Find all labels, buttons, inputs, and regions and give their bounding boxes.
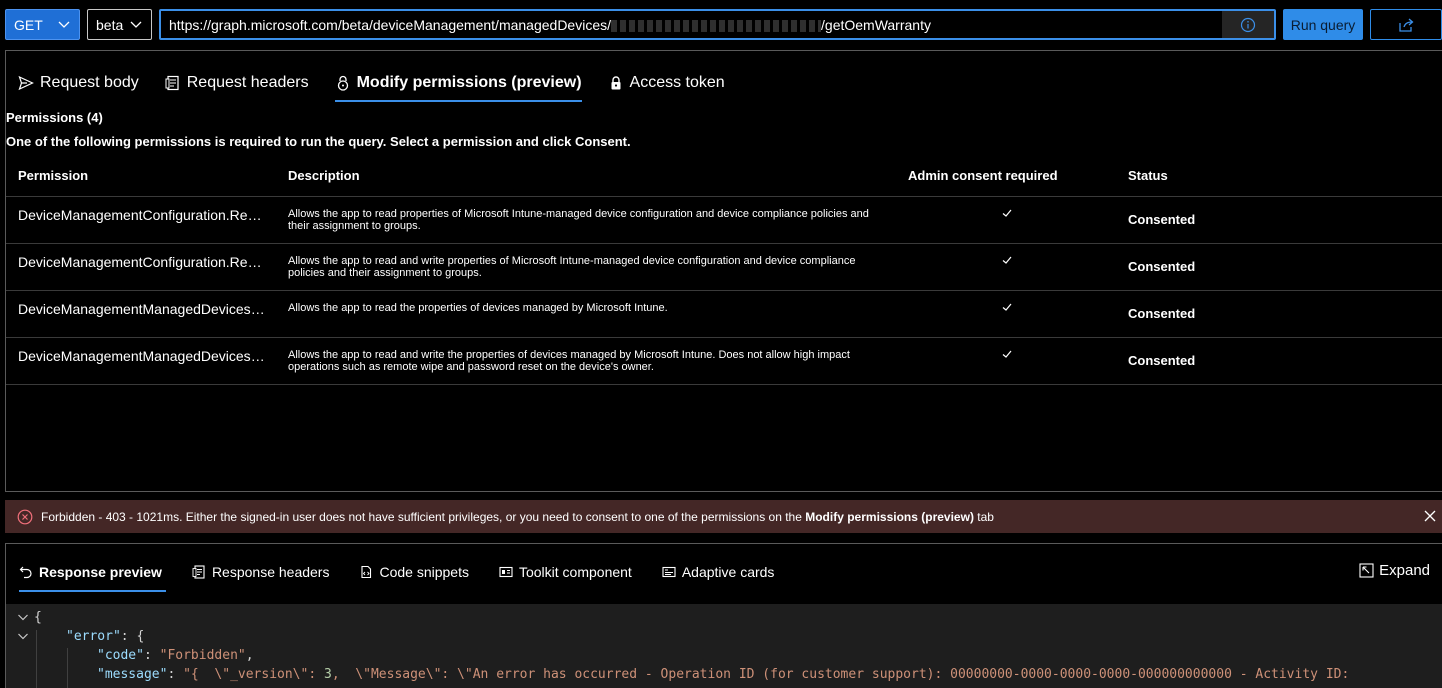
lock-icon	[337, 75, 348, 91]
permission-name: DeviceManagementConfiguration.Read.All	[18, 207, 268, 223]
response-panel: Response preview Response headers Code s…	[5, 543, 1442, 688]
run-query-button[interactable]: Run query	[1283, 9, 1363, 40]
permission-description: Allows the app to read properties of Mic…	[288, 208, 869, 232]
checkmark-icon	[1002, 303, 1012, 311]
permission-status: Consented	[1128, 259, 1196, 274]
permissions-note: One of the following permissions is requ…	[6, 134, 631, 149]
tab-label: Request headers	[186, 74, 309, 91]
redacted-device-id	[611, 20, 822, 33]
tab-label: Adaptive cards	[681, 564, 775, 580]
access-token-icon	[611, 76, 621, 90]
code-line: "error": {	[66, 629, 145, 644]
tab-access-token[interactable]: Access token	[608, 66, 725, 100]
request-tabs: Request body Request headers Modify perm…	[18, 66, 751, 102]
permission-status: Consented	[1128, 212, 1196, 227]
tab-label: Request body	[40, 74, 139, 91]
adaptive-cards-icon	[662, 566, 676, 578]
indent-guide	[67, 648, 68, 688]
query-bar: GET beta https://graph.microsoft.com/bet…	[0, 0, 1442, 48]
share-icon	[1399, 18, 1414, 32]
toolkit-icon	[499, 566, 513, 578]
permission-description: Allows the app to read the properties of…	[288, 302, 668, 314]
table-row[interactable]: DeviceManagementConfiguration.Read.All A…	[6, 197, 1442, 244]
fold-chevron-icon[interactable]	[17, 611, 29, 623]
permissions-table: Permission Description Admin consent req…	[6, 159, 1442, 385]
tab-label: Access token	[629, 74, 725, 91]
expand-label: Expand	[1379, 562, 1430, 579]
response-code-viewer[interactable]: { "error": { "code": "Forbidden", "messa…	[6, 604, 1442, 688]
code-line: "message": "{ \"_version\": 3, \"Message…	[97, 667, 1350, 682]
expand-button[interactable]: Expand	[1359, 562, 1430, 579]
api-version-dropdown[interactable]: beta	[87, 9, 152, 40]
code-line: {	[34, 610, 42, 625]
chevron-down-icon	[130, 21, 142, 28]
table-row[interactable]: DeviceManagementManagedDevices.Read.All …	[6, 291, 1442, 338]
permission-name: DeviceManagementManagedDevices.Read.All	[18, 301, 268, 317]
info-icon	[1240, 17, 1256, 32]
column-header-permission[interactable]: Permission	[18, 168, 88, 183]
tab-toolkit-component[interactable]: Toolkit component	[499, 558, 632, 586]
tab-code-snippets[interactable]: Code snippets	[359, 558, 469, 586]
info-button[interactable]	[1222, 11, 1274, 38]
fold-chevron-icon[interactable]	[17, 630, 29, 642]
http-method-value: GET	[14, 16, 43, 33]
tab-label: Code snippets	[379, 564, 469, 580]
checkmark-icon	[1002, 256, 1012, 264]
checkmark-icon	[1002, 209, 1012, 217]
table-row[interactable]: DeviceManagementManagedDevices.ReadWrite…	[6, 338, 1442, 385]
code-line: "code": "Forbidden",	[97, 648, 254, 663]
permissions-count: Permissions (4)	[6, 110, 103, 125]
error-text: Forbidden - 403 - 1021ms. Either the sig…	[41, 510, 994, 524]
url-input[interactable]: https://graph.microsoft.com/beta/deviceM…	[159, 9, 1276, 40]
headers-icon	[165, 75, 179, 91]
permission-name: DeviceManagementManagedDevices.ReadWrite…	[18, 348, 268, 364]
permission-status: Consented	[1128, 353, 1196, 368]
tab-response-preview[interactable]: Response preview	[19, 558, 166, 592]
error-icon	[17, 509, 33, 525]
undo-icon	[19, 566, 32, 579]
headers-icon	[192, 565, 205, 579]
request-panel: Request body Request headers Modify perm…	[5, 50, 1442, 492]
indent-guide	[36, 630, 37, 688]
url-text: https://graph.microsoft.com/beta/deviceM…	[169, 17, 931, 33]
error-link-tab-name: Modify permissions (preview)	[805, 510, 974, 524]
tab-response-headers[interactable]: Response headers	[192, 558, 330, 586]
permission-status: Consented	[1128, 306, 1196, 321]
permission-description: Allows the app to read and write the pro…	[288, 349, 850, 373]
tab-modify-permissions[interactable]: Modify permissions (preview)	[334, 66, 582, 102]
response-tabs: Response preview Response headers Code s…	[19, 558, 804, 594]
http-method-dropdown[interactable]: GET	[5, 9, 80, 40]
checkmark-icon	[1002, 350, 1012, 358]
tab-request-headers[interactable]: Request headers	[165, 66, 309, 100]
tab-request-body[interactable]: Request body	[18, 66, 139, 100]
chevron-down-icon	[58, 21, 70, 28]
send-icon	[18, 75, 34, 91]
tab-adaptive-cards[interactable]: Adaptive cards	[662, 558, 775, 586]
error-message-bar: Forbidden - 403 - 1021ms. Either the sig…	[5, 500, 1442, 533]
table-header: Permission Description Admin consent req…	[6, 159, 1442, 197]
column-header-admin-consent[interactable]: Admin consent required	[908, 168, 1058, 183]
tab-label: Toolkit component	[518, 564, 632, 580]
tab-label: Response preview	[39, 564, 162, 580]
api-version-value: beta	[96, 16, 124, 33]
permission-description: Allows the app to read and write propert…	[288, 255, 856, 279]
expand-icon	[1359, 563, 1374, 578]
code-snippets-icon	[361, 565, 372, 579]
permission-name: DeviceManagementConfiguration.ReadWrite.…	[18, 254, 268, 270]
tab-label: Modify permissions (preview)	[356, 74, 582, 91]
tab-label: Response headers	[211, 564, 330, 580]
share-button[interactable]	[1370, 9, 1442, 40]
close-icon[interactable]	[1422, 508, 1438, 524]
column-header-description[interactable]: Description	[288, 168, 360, 183]
column-header-status[interactable]: Status	[1128, 168, 1168, 183]
table-row[interactable]: DeviceManagementConfiguration.ReadWrite.…	[6, 244, 1442, 291]
